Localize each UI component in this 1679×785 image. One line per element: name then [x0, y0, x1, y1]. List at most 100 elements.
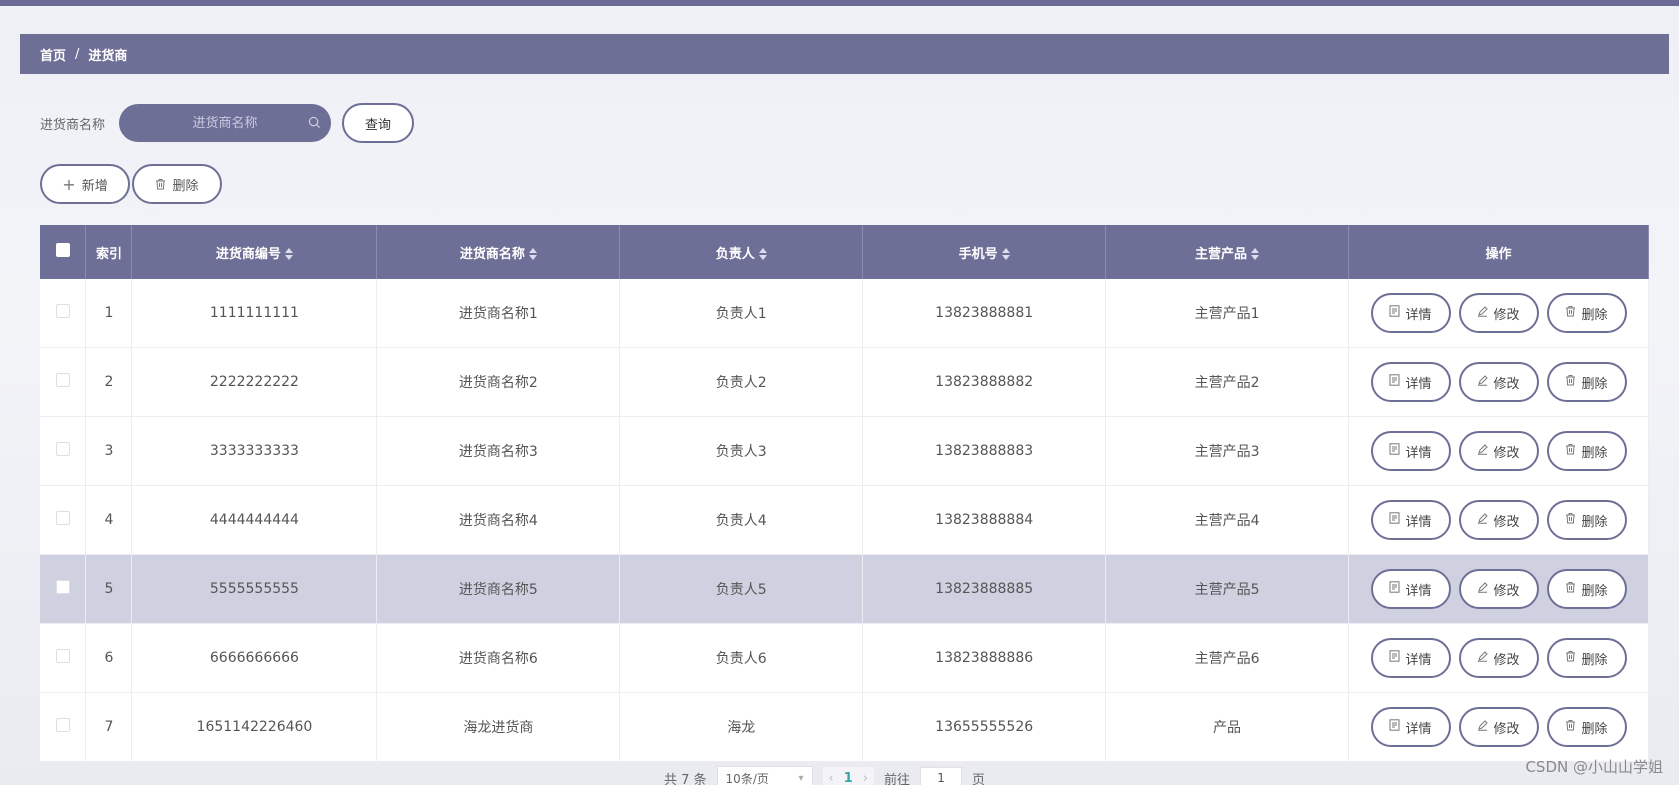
- table-row[interactable]: 5 5555555555 进货商名称5 负责人5 13823888885 主营产品5 详情修…: [40, 554, 1649, 624]
- page-size-select[interactable]: 10条/页 ▾: [716, 766, 813, 785]
- breadcrumb-separator: /: [75, 46, 80, 62]
- batch-delete-label: 删除: [172, 178, 199, 194]
- query-button[interactable]: 查询: [342, 103, 415, 143]
- edit-button[interactable]: 修改: [1458, 431, 1539, 471]
- cell-phone: 13823888886: [862, 623, 1107, 693]
- delete-label: 删除: [1581, 514, 1608, 530]
- edit-icon: [1477, 443, 1489, 459]
- delete-button[interactable]: 删除: [1546, 362, 1627, 402]
- pagination-total: 共 7 条: [664, 772, 707, 785]
- delete-label: 删除: [1581, 652, 1608, 668]
- table-row[interactable]: 3 3333333333 进货商名称3 负责人3 13823888883 主营产品3 详情修…: [40, 416, 1649, 486]
- delete-button[interactable]: 删除: [1546, 293, 1627, 333]
- search-input[interactable]: [150, 115, 301, 131]
- page-number-current[interactable]: 1: [838, 771, 859, 785]
- table-row[interactable]: 2 2222222222 进货商名称2 负责人2 13823888882 主营产品2 详情修…: [40, 347, 1649, 417]
- detail-button[interactable]: 详情: [1370, 431, 1451, 471]
- cell-name: 进货商名称2: [376, 347, 621, 417]
- cell-product: 主营产品5: [1105, 554, 1349, 624]
- col-actions: 操作: [1348, 225, 1649, 279]
- sort-icon[interactable]: [528, 248, 537, 260]
- table-header-row: 索引 进货商编号 进货商名称 负责人 手机号 主营产品 操作: [40, 225, 1649, 279]
- sort-icon[interactable]: [1251, 248, 1260, 260]
- search-box: [119, 104, 332, 142]
- row-checkbox[interactable]: [55, 373, 70, 387]
- table-row[interactable]: 1 1111111111 进货商名称1 负责人1 13823888881 主营产品1 详情修…: [40, 279, 1649, 348]
- cell-product: 产品: [1105, 692, 1349, 762]
- delete-button[interactable]: 删除: [1546, 569, 1627, 609]
- cell-name: 进货商名称3: [376, 416, 621, 486]
- cell-code: 4444444444: [131, 485, 378, 555]
- detail-button[interactable]: 详情: [1370, 638, 1451, 678]
- edit-button[interactable]: 修改: [1458, 293, 1539, 333]
- row-select-cell: [40, 347, 87, 417]
- row-checkbox[interactable]: [55, 304, 70, 318]
- row-checkbox[interactable]: [55, 580, 70, 594]
- add-button[interactable]: + 新增: [40, 164, 130, 204]
- sort-icon[interactable]: [758, 248, 767, 260]
- trash-icon: [1565, 443, 1576, 459]
- goto-page-input[interactable]: [920, 767, 963, 785]
- sort-icon[interactable]: [284, 248, 293, 260]
- edit-label: 修改: [1493, 721, 1520, 737]
- page-size-value: 10条/页: [725, 771, 769, 785]
- select-all-checkbox[interactable]: [55, 243, 70, 257]
- top-bar: [0, 0, 1679, 13]
- detail-button[interactable]: 详情: [1370, 707, 1451, 747]
- col-phone-label: 手机号: [958, 246, 998, 262]
- col-name[interactable]: 进货商名称: [376, 225, 621, 279]
- col-phone[interactable]: 手机号: [862, 225, 1107, 279]
- cell-actions: 详情 修改 删除: [1348, 347, 1649, 417]
- row-select-cell: [40, 279, 87, 348]
- row-checkbox[interactable]: [55, 649, 70, 663]
- breadcrumb-current: 进货商: [88, 48, 128, 64]
- table-row[interactable]: 6 6666666666 进货商名称6 负责人6 13823888886 主营产品6 详情修…: [40, 623, 1649, 693]
- detail-label: 详情: [1405, 445, 1432, 461]
- trash-icon: [1565, 374, 1576, 390]
- batch-delete-button[interactable]: 删除: [132, 164, 222, 204]
- detail-button[interactable]: 详情: [1370, 293, 1451, 333]
- col-person[interactable]: 负责人: [619, 225, 864, 279]
- next-page-icon[interactable]: ›: [863, 771, 868, 785]
- edit-icon: [1477, 374, 1489, 390]
- detail-button[interactable]: 详情: [1370, 500, 1451, 540]
- watermark: CSDN @小山山学姐: [1525, 758, 1663, 776]
- row-checkbox[interactable]: [55, 442, 70, 456]
- cell-name: 海龙进货商: [376, 692, 621, 762]
- row-checkbox[interactable]: [55, 718, 70, 732]
- edit-button[interactable]: 修改: [1458, 707, 1539, 747]
- cell-person: 海龙: [619, 692, 864, 762]
- delete-button[interactable]: 删除: [1546, 431, 1627, 471]
- detail-button[interactable]: 详情: [1370, 569, 1451, 609]
- col-code-label: 进货商编号: [215, 246, 281, 262]
- sort-icon[interactable]: [1001, 248, 1010, 260]
- row-checkbox[interactable]: [55, 511, 70, 525]
- row-select-cell: [40, 485, 87, 555]
- row-select-cell: [40, 623, 87, 693]
- col-product[interactable]: 主营产品: [1105, 225, 1349, 279]
- edit-button[interactable]: 修改: [1458, 500, 1539, 540]
- prev-page-icon[interactable]: ‹: [829, 771, 834, 785]
- delete-button[interactable]: 删除: [1546, 500, 1627, 540]
- detail-label: 详情: [1405, 514, 1432, 530]
- delete-label: 删除: [1581, 583, 1608, 599]
- cell-product: 主营产品4: [1105, 485, 1349, 555]
- col-code[interactable]: 进货商编号: [131, 225, 378, 279]
- cell-name: 进货商名称4: [376, 485, 621, 555]
- trash-icon: [1565, 581, 1576, 597]
- page-unit-label: 页: [972, 772, 986, 785]
- edit-button[interactable]: 修改: [1458, 569, 1539, 609]
- table-row[interactable]: 4 4444444444 进货商名称4 负责人4 13823888884 主营产品4 详情修…: [40, 485, 1649, 555]
- breadcrumb-home[interactable]: 首页: [40, 45, 66, 64]
- table-row[interactable]: 7 1651142226460 海龙进货商 海龙 13655555526 产品 详情 修改 删除: [40, 692, 1649, 762]
- detail-button[interactable]: 详情: [1370, 362, 1451, 402]
- detail-icon: [1389, 443, 1400, 459]
- cell-code: 1111111111: [131, 279, 378, 348]
- detail-label: 详情: [1405, 721, 1432, 737]
- edit-icon: [1477, 719, 1489, 735]
- delete-button[interactable]: 删除: [1546, 707, 1627, 747]
- delete-button[interactable]: 删除: [1546, 638, 1627, 678]
- edit-button[interactable]: 修改: [1458, 362, 1539, 402]
- trash-icon: [1565, 719, 1576, 735]
- edit-button[interactable]: 修改: [1458, 638, 1539, 678]
